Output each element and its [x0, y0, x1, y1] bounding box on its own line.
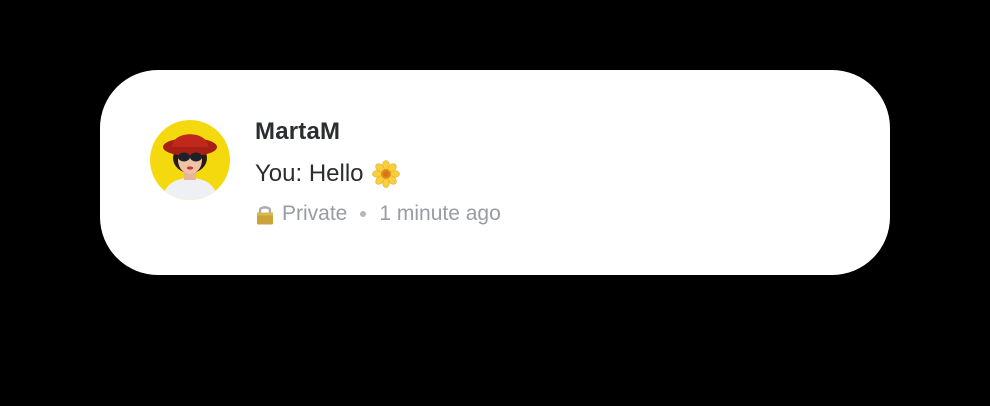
timestamp: 1 minute ago	[379, 202, 501, 225]
message-meta: Private 1 minute ago	[255, 200, 501, 228]
separator-dot	[360, 211, 367, 217]
notification-content: MartaM You: Hello Private 1 minute ago	[255, 116, 501, 228]
avatar-image	[150, 120, 230, 200]
flower-icon	[371, 160, 400, 188]
privacy-label: Private	[282, 202, 348, 225]
notification-card[interactable]: MartaM You: Hello Private 1 minute ago	[100, 70, 890, 275]
message-preview: You: Hello	[255, 158, 501, 190]
message-text: You: Hello	[255, 160, 364, 187]
lock-icon	[255, 203, 275, 225]
sender-name: MartaM	[255, 118, 341, 145]
avatar[interactable]	[150, 120, 230, 200]
